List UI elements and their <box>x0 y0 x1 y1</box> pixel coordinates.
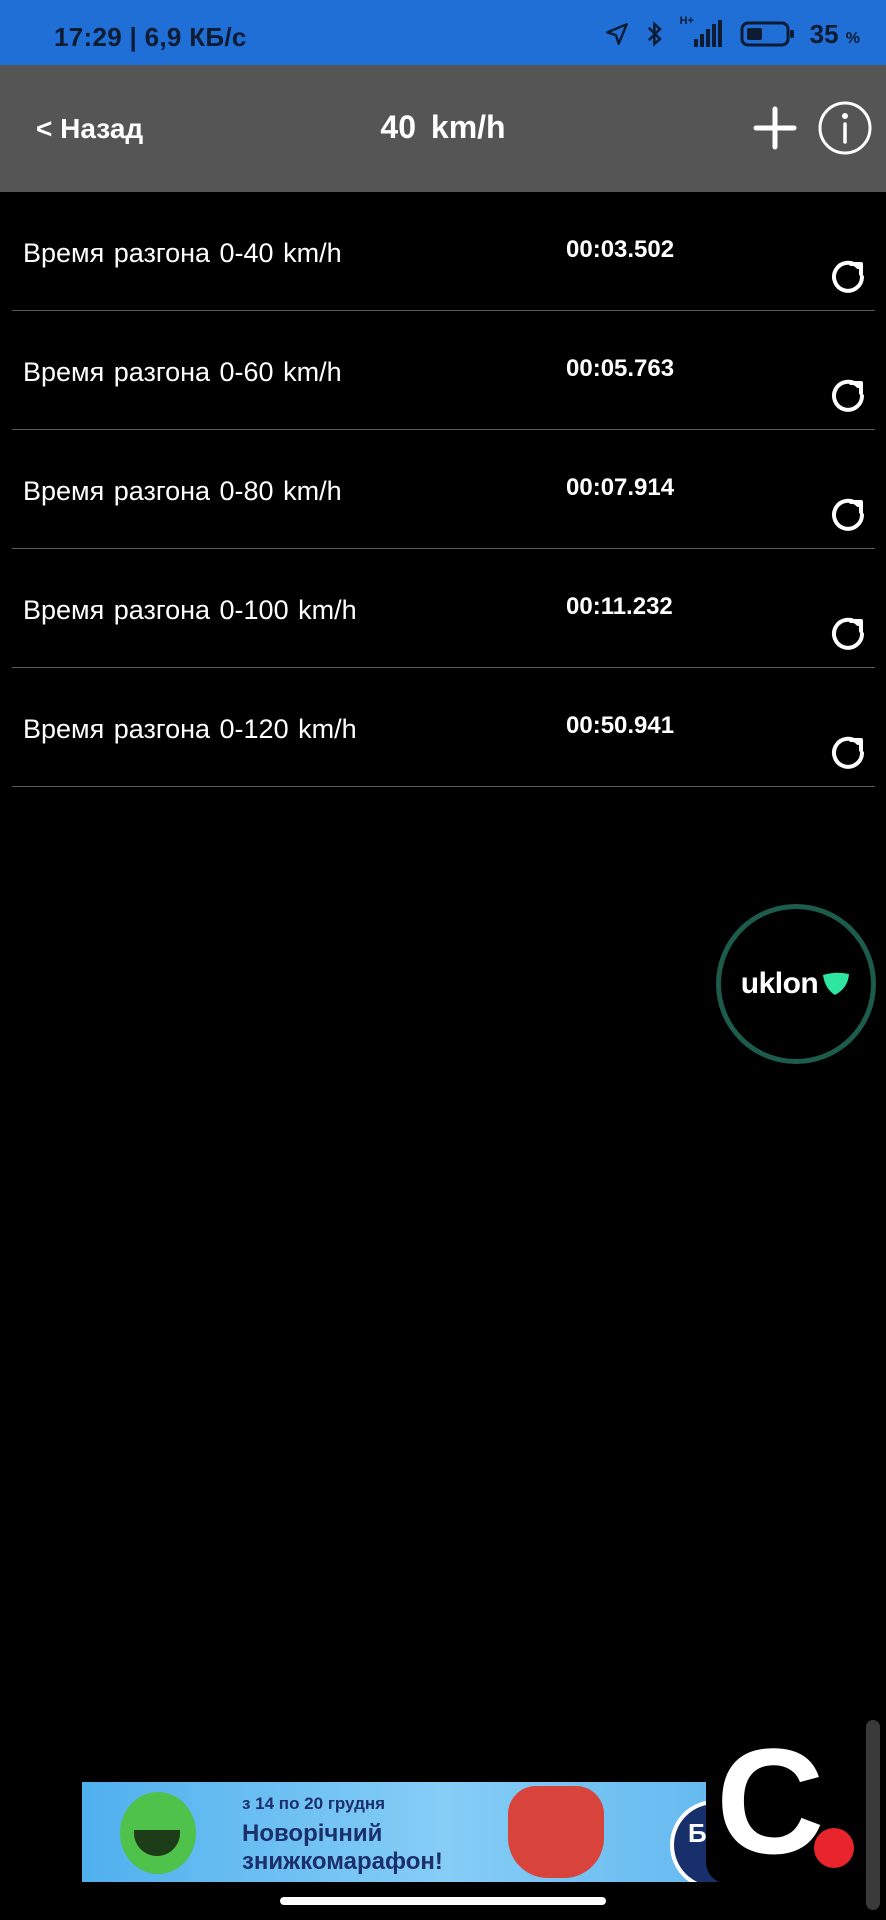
status-left: 17:29 | 6,9 КБ/с <box>54 22 247 53</box>
result-time: 00:05.763 <box>566 355 675 382</box>
info-icon[interactable] <box>817 100 873 156</box>
result-row: Время разгона 0-60 km/h 00:05.763 <box>12 311 875 430</box>
result-time: 00:50.941 <box>566 712 675 739</box>
result-row: Время разгона 0-100 km/h 00:11.232 <box>12 549 875 668</box>
refresh-icon[interactable] <box>825 492 871 538</box>
ad-headline: Новорічний знижкомарафон! <box>242 1820 443 1875</box>
ad-mascot-image <box>120 1792 196 1874</box>
status-time: 17:29 <box>54 22 122 52</box>
results-list: Время разгона 0-40 km/h 00:03.502 Время … <box>12 192 875 787</box>
result-row: Время разгона 0-120 km/h 00:50.941 <box>12 668 875 787</box>
location-icon <box>605 23 628 45</box>
status-network-speed: 6,9 КБ/с <box>144 22 247 52</box>
status-bar: 17:29 | 6,9 КБ/с H+ 35 % <box>0 0 886 65</box>
ad-date: з 14 по 20 грудня <box>242 1794 386 1813</box>
uklon-leaf-icon <box>823 972 850 995</box>
status-icons: H+ 35 % <box>604 15 860 52</box>
home-indicator[interactable] <box>280 1897 606 1905</box>
ad-gamepad-image <box>508 1786 604 1878</box>
result-time: 00:11.232 <box>566 593 673 620</box>
result-label: Время разгона 0-40 km/h <box>23 238 342 268</box>
refresh-icon[interactable] <box>825 254 871 300</box>
refresh-icon[interactable] <box>825 373 871 419</box>
nav-bar: < Назад 40 km/h <box>0 65 886 192</box>
result-label: Время разгона 0-60 km/h <box>23 357 342 387</box>
plus-icon[interactable] <box>752 105 798 151</box>
result-row: Время разгона 0-40 km/h 00:03.502 <box>12 192 875 311</box>
app-logo[interactable]: C <box>706 1724 866 1884</box>
edge-handle[interactable] <box>866 1720 880 1910</box>
app-logo-dot <box>814 1828 854 1868</box>
result-row: Время разгона 0-80 km/h 00:07.914 <box>12 430 875 549</box>
battery-percent: 35 % <box>809 18 860 49</box>
result-label: Время разгона 0-120 km/h <box>23 714 357 744</box>
uklon-label: uklon <box>740 967 819 1000</box>
app-logo-letter: C <box>716 1717 825 1885</box>
refresh-icon[interactable] <box>825 730 871 776</box>
result-label: Время разгона 0-100 km/h <box>23 595 357 625</box>
signal-icon: H+ <box>680 15 726 49</box>
ad-mascot-mouth <box>134 1830 180 1856</box>
bluetooth-icon <box>647 21 662 47</box>
result-label: Время разгона 0-80 km/h <box>23 476 342 506</box>
battery-icon <box>740 21 794 47</box>
result-time: 00:03.502 <box>566 236 675 263</box>
refresh-icon[interactable] <box>825 611 871 657</box>
status-separator: | <box>129 22 145 52</box>
uklon-floating-button[interactable]: uklon <box>716 904 876 1064</box>
result-time: 00:07.914 <box>566 474 675 501</box>
ad-banner[interactable]: з 14 по 20 грудня Новорічний знижкомараф… <box>82 1782 804 1882</box>
